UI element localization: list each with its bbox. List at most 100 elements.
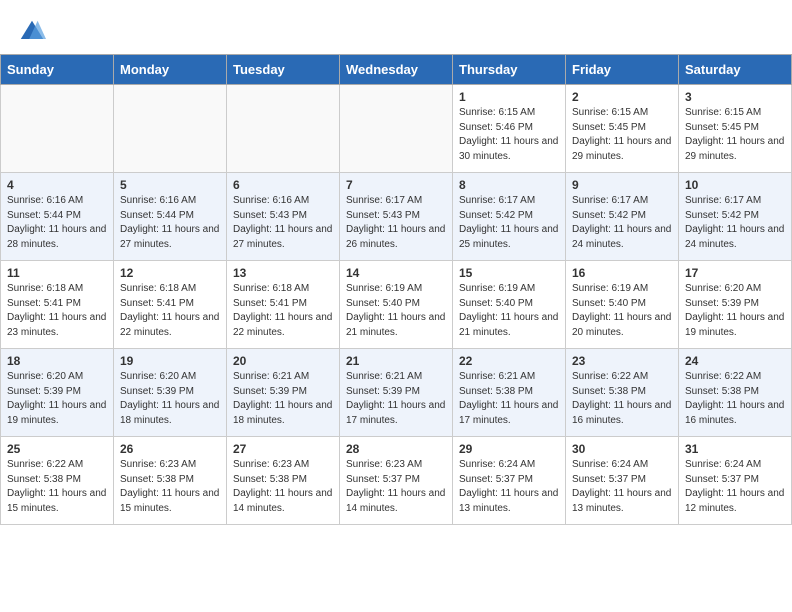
calendar-cell: 25Sunrise: 6:22 AMSunset: 5:38 PMDayligh… bbox=[1, 437, 114, 525]
daylight-label: Daylight: 11 hours and 29 minutes. bbox=[685, 136, 784, 162]
daylight-label: Daylight: 11 hours and 24 minutes. bbox=[685, 224, 784, 250]
calendar-cell: 9 Sunrise: 6:17 AMSunset: 5:42 PMDaylight… bbox=[566, 173, 679, 261]
day-number: 17 bbox=[685, 266, 785, 280]
calendar-cell: 17 Sunrise: 6:20 AMSunset: 5:39 PMDayligh… bbox=[679, 261, 792, 349]
calendar-cell bbox=[1, 85, 114, 173]
weekday-header-wednesday: Wednesday bbox=[340, 55, 453, 85]
sunset-label: Sunset: 5:38 PM bbox=[459, 386, 533, 397]
day-info: Sunrise: 6:23 AMSunset: 5:38 PMDaylight:… bbox=[120, 458, 220, 516]
day-info: Sunrise: 6:15 AM Sunset: 5:45 PM Daylight:… bbox=[685, 106, 785, 164]
sunrise-label: Sunrise: 6:17 AM bbox=[685, 195, 761, 206]
day-info: Sunrise: 6:18 AMSunset: 5:41 PMDaylight:… bbox=[120, 282, 220, 340]
weekday-header-monday: Monday bbox=[114, 55, 227, 85]
day-number: 8 bbox=[459, 178, 559, 192]
sunrise-label: Sunrise: 6:15 AM bbox=[685, 107, 761, 118]
daylight-label: Daylight: 11 hours and 22 minutes. bbox=[120, 312, 219, 338]
daylight-label: Daylight: 11 hours and 14 minutes. bbox=[233, 488, 332, 514]
sunset-label: Sunset: 5:39 PM bbox=[685, 298, 759, 309]
calendar-cell: 31Sunrise: 6:24 AMSunset: 5:37 PMDayligh… bbox=[679, 437, 792, 525]
sunrise-label: Sunrise: 6:15 AM bbox=[459, 107, 535, 118]
sunrise-label: Sunrise: 6:19 AM bbox=[346, 283, 422, 294]
sunrise-label: Sunrise: 6:19 AM bbox=[572, 283, 648, 294]
weekday-header-thursday: Thursday bbox=[453, 55, 566, 85]
day-number: 18 bbox=[7, 354, 107, 368]
day-info: Sunrise: 6:16 AMSunset: 5:43 PMDaylight:… bbox=[233, 194, 333, 252]
day-number: 28 bbox=[346, 442, 446, 456]
calendar-cell: 27Sunrise: 6:23 AMSunset: 5:38 PMDayligh… bbox=[227, 437, 340, 525]
daylight-label: Daylight: 11 hours and 21 minutes. bbox=[346, 312, 445, 338]
sunset-label: Sunset: 5:37 PM bbox=[572, 474, 646, 485]
day-info: Sunrise: 6:23 AMSunset: 5:37 PMDaylight:… bbox=[346, 458, 446, 516]
sunset-label: Sunset: 5:39 PM bbox=[233, 386, 307, 397]
sunset-label: Sunset: 5:40 PM bbox=[572, 298, 646, 309]
weekday-header-saturday: Saturday bbox=[679, 55, 792, 85]
sunrise-label: Sunrise: 6:18 AM bbox=[120, 283, 196, 294]
day-number: 23 bbox=[572, 354, 672, 368]
calendar-cell: 12Sunrise: 6:18 AMSunset: 5:41 PMDayligh… bbox=[114, 261, 227, 349]
sunrise-label: Sunrise: 6:19 AM bbox=[459, 283, 535, 294]
logo bbox=[18, 18, 50, 46]
sunset-label: Sunset: 5:38 PM bbox=[685, 386, 759, 397]
sunrise-label: Sunrise: 6:22 AM bbox=[685, 371, 761, 382]
day-info: Sunrise: 6:20 AMSunset: 5:39 PMDaylight:… bbox=[7, 370, 107, 428]
day-info: Sunrise: 6:17 AMSunset: 5:42 PMDaylight:… bbox=[572, 194, 672, 252]
sunset-label: Sunset: 5:38 PM bbox=[120, 474, 194, 485]
calendar-cell: 23Sunrise: 6:22 AMSunset: 5:38 PMDayligh… bbox=[566, 349, 679, 437]
daylight-label: Daylight: 11 hours and 15 minutes. bbox=[7, 488, 106, 514]
sunset-label: Sunset: 5:42 PM bbox=[459, 210, 533, 221]
day-number: 24 bbox=[685, 354, 785, 368]
day-info: Sunrise: 6:21 AMSunset: 5:38 PMDaylight:… bbox=[459, 370, 559, 428]
day-number: 25 bbox=[7, 442, 107, 456]
day-number: 2 bbox=[572, 90, 672, 104]
day-number: 15 bbox=[459, 266, 559, 280]
sunset-label: Sunset: 5:39 PM bbox=[346, 386, 420, 397]
day-number: 7 bbox=[346, 178, 446, 192]
sunrise-label: Sunrise: 6:21 AM bbox=[233, 371, 309, 382]
weekday-header-tuesday: Tuesday bbox=[227, 55, 340, 85]
sunrise-label: Sunrise: 6:18 AM bbox=[233, 283, 309, 294]
day-number: 19 bbox=[120, 354, 220, 368]
calendar-cell bbox=[340, 85, 453, 173]
day-number: 16 bbox=[572, 266, 672, 280]
sunrise-label: Sunrise: 6:24 AM bbox=[459, 459, 535, 470]
daylight-label: Daylight: 11 hours and 29 minutes. bbox=[572, 136, 671, 162]
day-number: 30 bbox=[572, 442, 672, 456]
sunset-label: Sunset: 5:44 PM bbox=[120, 210, 194, 221]
day-info: Sunrise: 6:21 AMSunset: 5:39 PMDaylight:… bbox=[233, 370, 333, 428]
daylight-label: Daylight: 11 hours and 14 minutes. bbox=[346, 488, 445, 514]
sunset-label: Sunset: 5:38 PM bbox=[572, 386, 646, 397]
day-info: Sunrise: 6:20 AMSunset: 5:39 PMDaylight:… bbox=[685, 282, 785, 340]
day-number: 9 bbox=[572, 178, 672, 192]
calendar-cell: 13Sunrise: 6:18 AMSunset: 5:41 PMDayligh… bbox=[227, 261, 340, 349]
daylight-label: Daylight: 11 hours and 19 minutes. bbox=[685, 312, 784, 338]
daylight-label: Daylight: 11 hours and 20 minutes. bbox=[572, 312, 671, 338]
sunset-label: Sunset: 5:45 PM bbox=[685, 122, 759, 133]
daylight-label: Daylight: 11 hours and 17 minutes. bbox=[346, 400, 445, 426]
day-info: Sunrise: 6:16 AMSunset: 5:44 PMDaylight:… bbox=[120, 194, 220, 252]
sunrise-label: Sunrise: 6:16 AM bbox=[233, 195, 309, 206]
calendar-cell: 11Sunrise: 6:18 AMSunset: 5:41 PMDayligh… bbox=[1, 261, 114, 349]
sunrise-label: Sunrise: 6:23 AM bbox=[346, 459, 422, 470]
sunset-label: Sunset: 5:37 PM bbox=[459, 474, 533, 485]
weekday-header-friday: Friday bbox=[566, 55, 679, 85]
day-number: 13 bbox=[233, 266, 333, 280]
daylight-label: Daylight: 11 hours and 15 minutes. bbox=[120, 488, 219, 514]
day-number: 27 bbox=[233, 442, 333, 456]
sunrise-label: Sunrise: 6:16 AM bbox=[120, 195, 196, 206]
logo-icon bbox=[18, 18, 46, 46]
day-info: Sunrise: 6:22 AMSunset: 5:38 PMDaylight:… bbox=[685, 370, 785, 428]
calendar-cell: 15Sunrise: 6:19 AMSunset: 5:40 PMDayligh… bbox=[453, 261, 566, 349]
day-number: 6 bbox=[233, 178, 333, 192]
day-info: Sunrise: 6:17 AMSunset: 5:42 PMDaylight:… bbox=[685, 194, 785, 252]
sunset-label: Sunset: 5:38 PM bbox=[7, 474, 81, 485]
day-info: Sunrise: 6:17 AMSunset: 5:43 PMDaylight:… bbox=[346, 194, 446, 252]
calendar-cell: 22Sunrise: 6:21 AMSunset: 5:38 PMDayligh… bbox=[453, 349, 566, 437]
sunset-label: Sunset: 5:44 PM bbox=[7, 210, 81, 221]
sunset-label: Sunset: 5:43 PM bbox=[233, 210, 307, 221]
sunrise-label: Sunrise: 6:24 AM bbox=[572, 459, 648, 470]
day-info: Sunrise: 6:15 AMSunset: 5:45 PMDaylight:… bbox=[572, 106, 672, 164]
sunrise-label: Sunrise: 6:17 AM bbox=[459, 195, 535, 206]
sunset-label: Sunset: 5:39 PM bbox=[120, 386, 194, 397]
daylight-label: Daylight: 11 hours and 12 minutes. bbox=[685, 488, 784, 514]
sunrise-label: Sunrise: 6:20 AM bbox=[7, 371, 83, 382]
